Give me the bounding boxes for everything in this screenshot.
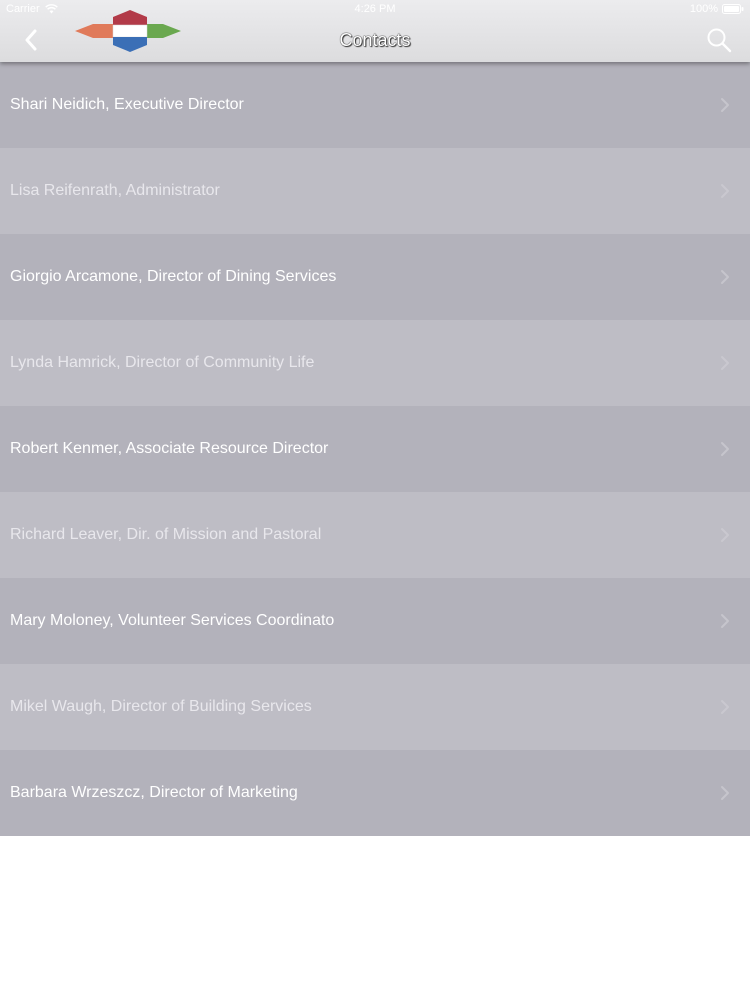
contact-row[interactable]: Shari Neidich, Executive Director	[0, 62, 750, 148]
page-title: Contacts	[339, 30, 411, 50]
logo-top-shape	[113, 10, 147, 25]
contact-label: Shari Neidich, Executive Director	[10, 96, 244, 113]
contact-label: Mary Moloney, Volunteer Services Coordin…	[10, 612, 335, 629]
contact-row[interactable]: Richard Leaver, Dir. of Mission and Past…	[0, 492, 750, 578]
contact-row[interactable]: Robert Kenmer, Associate Resource Direct…	[0, 406, 750, 492]
battery-percent: 100%	[689, 3, 718, 15]
contact-row[interactable]: Mikel Waugh, Director of Building Servic…	[0, 664, 750, 750]
chevron-right-icon	[721, 356, 729, 370]
contact-label: Robert Kenmer, Associate Resource Direct…	[10, 440, 329, 457]
battery-icon	[722, 4, 744, 14]
contact-list: Shari Neidich, Executive Director Lisa R…	[0, 62, 750, 836]
search-button[interactable]	[706, 27, 732, 53]
contact-label: Lisa Reifenrath, Administrator	[10, 182, 220, 199]
chevron-right-icon	[721, 528, 729, 542]
contact-row[interactable]: Lynda Hamrick, Director of Community Lif…	[0, 320, 750, 406]
navigation-bar: Carrier 4:26 PM 100% Contacts	[0, 0, 750, 62]
contact-row[interactable]: Barbara Wrzeszcz, Director of Marketing	[0, 750, 750, 836]
search-icon	[707, 28, 732, 53]
status-battery: 100%	[690, 3, 744, 15]
contact-label: Giorgio Arcamone, Director of Dining Ser…	[10, 268, 337, 285]
chevron-right-icon	[721, 442, 729, 456]
contact-label: Richard Leaver, Dir. of Mission and Past…	[10, 526, 322, 543]
chevron-right-icon	[721, 786, 729, 800]
contact-label: Mikel Waugh, Director of Building Servic…	[10, 698, 312, 715]
contact-row[interactable]: Mary Moloney, Volunteer Services Coordin…	[0, 578, 750, 664]
chevron-right-icon	[721, 98, 729, 112]
chevron-right-icon	[721, 270, 729, 284]
contact-row[interactable]: Giorgio Arcamone, Director of Dining Ser…	[0, 234, 750, 320]
chevron-right-icon	[721, 614, 729, 628]
contact-row[interactable]: Lisa Reifenrath, Administrator	[0, 148, 750, 234]
contact-label: Barbara Wrzeszcz, Director of Marketing	[10, 784, 298, 801]
contact-label: Lynda Hamrick, Director of Community Lif…	[10, 354, 315, 371]
chevron-right-icon	[721, 700, 729, 714]
chevron-right-icon	[721, 184, 729, 198]
